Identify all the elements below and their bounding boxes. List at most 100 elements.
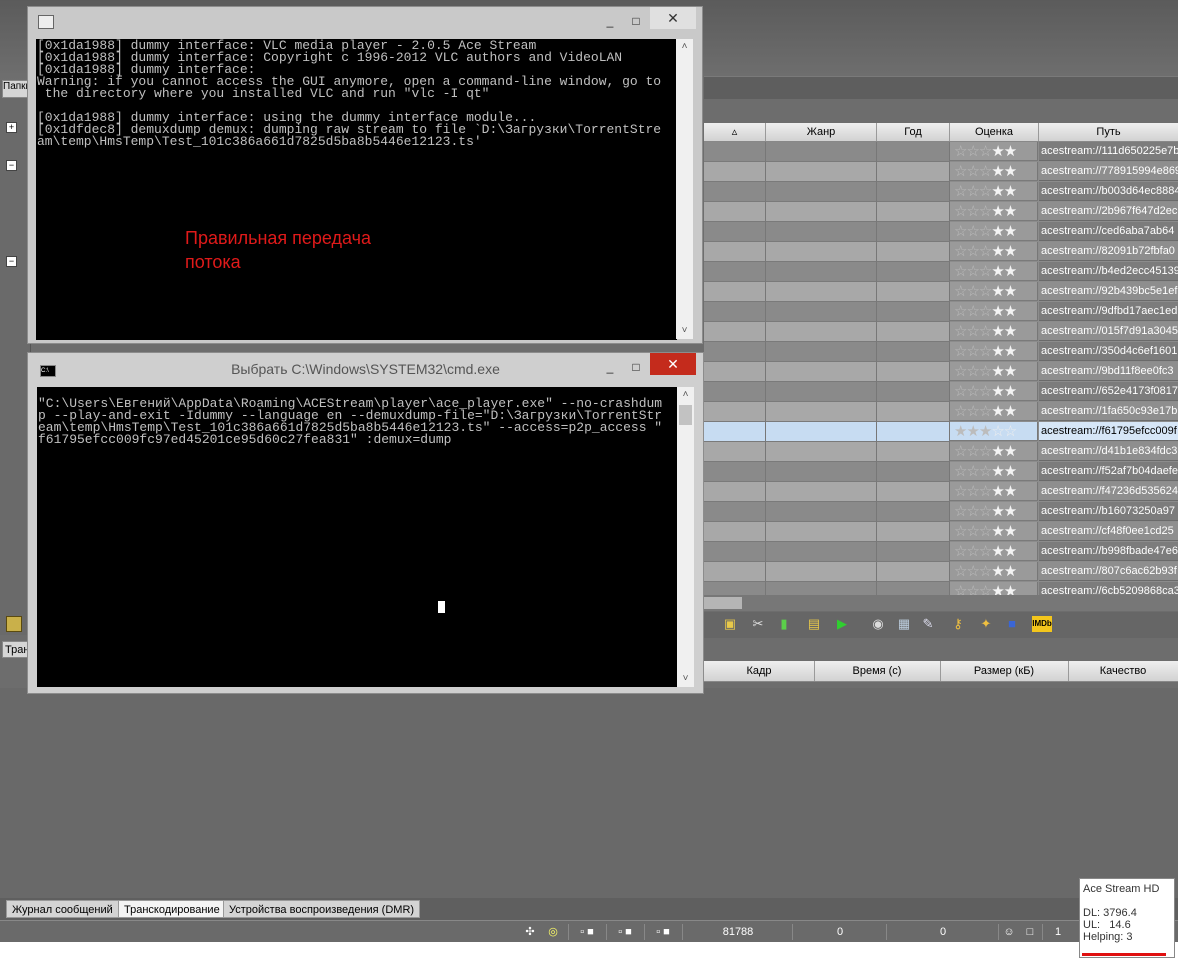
- folder-icon[interactable]: [6, 616, 22, 632]
- scroll-down-icon[interactable]: ˅: [677, 671, 694, 687]
- table-row[interactable]: ☆☆☆★★ acestream://92b439bc5e1ef: [704, 282, 1178, 302]
- list-icon[interactable]: ▦: [896, 616, 912, 632]
- rating-stars[interactable]: ☆☆☆★★: [950, 262, 1038, 281]
- rating-stars[interactable]: ☆☆☆★★: [950, 502, 1038, 521]
- rating-stars[interactable]: ☆☆☆★★: [950, 582, 1038, 595]
- rating-stars[interactable]: ★★★☆☆: [950, 422, 1038, 441]
- table-row[interactable]: ☆☆☆★★ acestream://b16073250a97: [704, 502, 1178, 522]
- user-key-icon[interactable]: ✦: [978, 616, 994, 632]
- rating-stars[interactable]: ☆☆☆★★: [950, 462, 1038, 481]
- rating-stars[interactable]: ☆☆☆★★: [950, 522, 1038, 541]
- table-row[interactable]: ☆☆☆★★ acestream://b4ed2ecc45139: [704, 262, 1178, 282]
- save-icon[interactable]: ■: [1004, 616, 1020, 632]
- rating-stars[interactable]: ☆☆☆★★: [950, 242, 1038, 261]
- header-time[interactable]: Время (с): [814, 661, 941, 681]
- header-quality[interactable]: Качество: [1068, 661, 1178, 681]
- radio-icon[interactable]: ◉: [870, 616, 886, 632]
- play-icon[interactable]: ▶: [834, 616, 850, 632]
- key-icon[interactable]: ⚷: [950, 616, 966, 632]
- header-rating[interactable]: Оценка: [950, 123, 1039, 141]
- table-row[interactable]: ☆☆☆★★ acestream://652e4173f0817: [704, 382, 1178, 402]
- table-row[interactable]: ☆☆☆★★ acestream://ced6aba7ab64: [704, 222, 1178, 242]
- vlc-console-scrollbar[interactable]: ˄ ˅: [676, 39, 693, 339]
- table-row[interactable]: ☆☆☆★★ acestream://6cb5209868ca3: [704, 582, 1178, 595]
- table-row[interactable]: ☆☆☆★★ acestream://b003d64ec8884: [704, 182, 1178, 202]
- table-row[interactable]: ☆☆☆★★ acestream://1fa650c93e17b: [704, 402, 1178, 422]
- rating-stars[interactable]: ☆☆☆★★: [950, 342, 1038, 361]
- rating-stars[interactable]: ☆☆☆★★: [950, 282, 1038, 301]
- imdb-icon[interactable]: IMDb: [1032, 616, 1052, 632]
- table-row[interactable]: ☆☆☆★★ acestream://f47236d535624: [704, 482, 1178, 502]
- table-row[interactable]: ☆☆☆★★ acestream://d41b1e834fdc3: [704, 442, 1178, 462]
- rating-stars[interactable]: ☆☆☆★★: [950, 562, 1038, 581]
- maximize-button[interactable]: □: [626, 11, 646, 31]
- scroll-up-icon[interactable]: ˄: [676, 39, 693, 55]
- table-row[interactable]: ☆☆☆★★ acestream://111d650225e7b: [704, 142, 1178, 162]
- table-row[interactable]: ☆☆☆★★ acestream://807c6ac62b93f: [704, 562, 1178, 582]
- header-genre[interactable]: Жанр: [766, 123, 877, 141]
- tab-transcoding[interactable]: Транскодирование: [118, 900, 226, 918]
- cmd-window-titlebar[interactable]: C:\ Выбрать C:\Windows\SYSTEM32\cmd.exe …: [28, 353, 703, 383]
- cmd-console-scrollbar[interactable]: ˄ ˅: [677, 387, 694, 687]
- network-icon[interactable]: ✣: [520, 924, 540, 940]
- header-sort-cell[interactable]: ▵: [704, 123, 766, 141]
- rating-stars[interactable]: ☆☆☆★★: [950, 162, 1038, 181]
- table-row[interactable]: ☆☆☆★★ acestream://015f7d91a3045: [704, 322, 1178, 342]
- table-row[interactable]: ★★★☆☆ acestream://f61795efcc009f: [704, 422, 1178, 442]
- rating-stars[interactable]: ☆☆☆★★: [950, 382, 1038, 401]
- rating-stars[interactable]: ☆☆☆★★: [950, 202, 1038, 221]
- scroll-down-icon[interactable]: ˅: [676, 323, 693, 339]
- close-button[interactable]: ✕: [650, 353, 696, 375]
- scroll-thumb[interactable]: [679, 405, 692, 425]
- user-icon[interactable]: ☺: [998, 924, 1019, 940]
- header-path[interactable]: Путь: [1039, 123, 1178, 141]
- scroll-up-icon[interactable]: ˄: [677, 387, 694, 403]
- scroll-thumb[interactable]: [704, 597, 742, 609]
- table-row[interactable]: ☆☆☆★★ acestream://f52af7b04daefe: [704, 462, 1178, 482]
- grid-horizontal-scrollbar[interactable]: [704, 595, 1178, 611]
- tab-message-log[interactable]: Журнал сообщений: [6, 900, 119, 918]
- rating-stars[interactable]: ☆☆☆★★: [950, 542, 1038, 561]
- tools-icon[interactable]: ✂: [750, 616, 766, 632]
- checkbox-icon[interactable]: □: [1020, 924, 1040, 940]
- edit-icon[interactable]: ✎: [920, 616, 936, 632]
- table-row[interactable]: ☆☆☆★★ acestream://82091b72fbfa0: [704, 242, 1178, 262]
- table-row[interactable]: ☆☆☆★★ acestream://b998fbade47e6: [704, 542, 1178, 562]
- vlc-console-output[interactable]: [0x1da1988] dummy interface: VLC media p…: [36, 39, 677, 340]
- close-button[interactable]: ✕: [650, 7, 696, 29]
- rating-stars[interactable]: ☆☆☆★★: [950, 362, 1038, 381]
- tree-expand-icon[interactable]: +: [6, 122, 17, 133]
- color-wheel-icon[interactable]: ◎: [543, 924, 563, 940]
- rating-stars[interactable]: ☆☆☆★★: [950, 222, 1038, 241]
- rating-stars[interactable]: ☆☆☆★★: [950, 142, 1038, 161]
- table-row[interactable]: ☆☆☆★★ acestream://cf48f0ee1cd25: [704, 522, 1178, 542]
- rating-stars[interactable]: ☆☆☆★★: [950, 402, 1038, 421]
- rating-stars[interactable]: ☆☆☆★★: [950, 442, 1038, 461]
- rating-stars[interactable]: ☆☆☆★★: [950, 302, 1038, 321]
- table-row[interactable]: ☆☆☆★★ acestream://9bd11f8ee0fc3: [704, 362, 1178, 382]
- minimize-button[interactable]: _: [600, 11, 620, 31]
- tree-collapse-icon[interactable]: −: [6, 160, 17, 171]
- tab-dmr-devices[interactable]: Устройства воспроизведения (DMR): [223, 900, 421, 918]
- table-cell: [704, 522, 766, 542]
- table-row[interactable]: ☆☆☆★★ acestream://9dfbd17aec1ed: [704, 302, 1178, 322]
- header-size[interactable]: Размер (кБ): [940, 661, 1069, 681]
- header-frame[interactable]: Кадр: [704, 661, 815, 681]
- bars-icon[interactable]: ▮: [776, 616, 792, 632]
- folder-open-icon[interactable]: ▣: [722, 616, 738, 632]
- vlc-window-titlebar[interactable]: _ □ ✕: [28, 7, 702, 37]
- rating-stars[interactable]: ☆☆☆★★: [950, 182, 1038, 201]
- folder-refresh-icon[interactable]: ▤: [806, 616, 822, 632]
- maximize-button[interactable]: □: [626, 357, 646, 377]
- transcoding-tab-stub[interactable]: Тран: [2, 641, 30, 658]
- cmd-console-output[interactable]: "C:\Users\Евгений\AppData\Roaming\ACEStr…: [37, 387, 677, 687]
- table-row[interactable]: ☆☆☆★★ acestream://778915994e869: [704, 162, 1178, 182]
- minimize-button[interactable]: _: [600, 357, 620, 377]
- rating-stars[interactable]: ☆☆☆★★: [950, 322, 1038, 341]
- tree-collapse-icon[interactable]: −: [6, 256, 17, 267]
- rating-stars[interactable]: ☆☆☆★★: [950, 482, 1038, 501]
- table-row[interactable]: ☆☆☆★★ acestream://350d4c6ef1601: [704, 342, 1178, 362]
- table-row[interactable]: ☆☆☆★★ acestream://2b967f647d2ec: [704, 202, 1178, 222]
- folders-tab[interactable]: Папки: [2, 80, 30, 98]
- header-year[interactable]: Год: [877, 123, 950, 141]
